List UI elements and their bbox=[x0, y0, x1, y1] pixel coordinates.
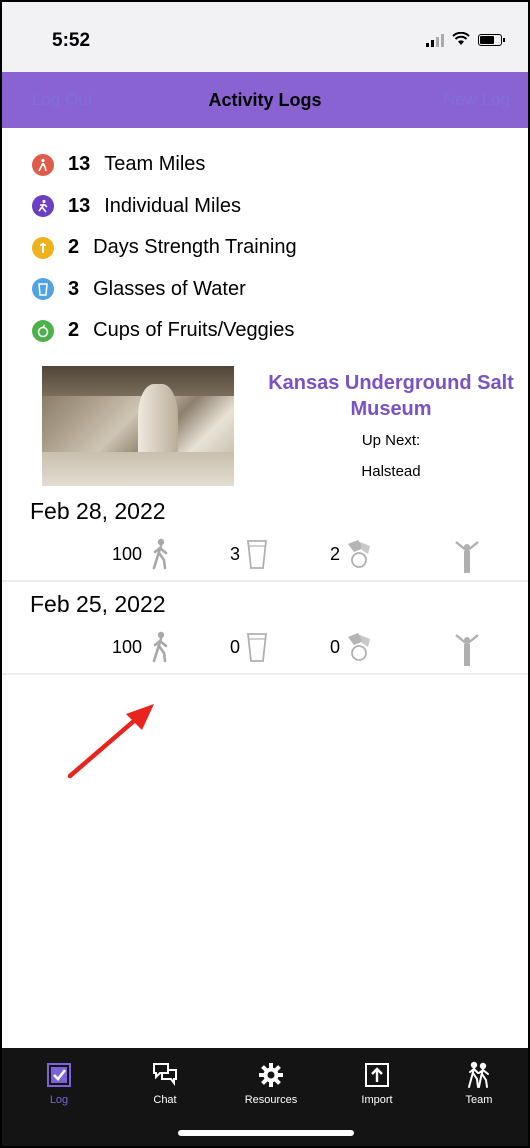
log-entry-date: Feb 25, 2022 bbox=[30, 591, 166, 617]
up-next-label: Up Next: bbox=[361, 432, 421, 449]
tab-resources[interactable]: Resources bbox=[226, 1060, 316, 1106]
strength-metric bbox=[454, 631, 480, 667]
walker-icon bbox=[148, 631, 172, 663]
gear-icon bbox=[226, 1060, 316, 1090]
activity-summary: 13 Team Miles 13 Individual Miles 2 Days… bbox=[32, 144, 297, 352]
destination-name[interactable]: Kansas Underground Salt Museum bbox=[260, 370, 522, 422]
fruits-metric: 0 bbox=[330, 631, 376, 663]
summary-row-fruits-veggies: 2 Cups of Fruits/Veggies bbox=[32, 310, 297, 352]
log-entry[interactable]: Feb 25, 2022 100 0 0 bbox=[2, 591, 528, 681]
water-glass-icon bbox=[246, 538, 268, 570]
runner-icon bbox=[32, 195, 54, 218]
checkbox-icon bbox=[14, 1060, 104, 1090]
walker-icon bbox=[148, 538, 172, 570]
water-metric: 3 bbox=[230, 538, 268, 570]
destination-info: Kansas Underground Salt Museum Up Next: … bbox=[260, 370, 522, 480]
home-indicator bbox=[178, 1130, 354, 1136]
water-glass-icon bbox=[246, 631, 268, 663]
fruit-icon bbox=[32, 319, 54, 342]
tab-log[interactable]: Log bbox=[14, 1060, 104, 1106]
app-screen: 5:52 Log Out Activity Logs New Log 13 Te… bbox=[0, 0, 530, 1148]
fruit-icon bbox=[344, 538, 376, 570]
summary-row-team-miles: 13 Team Miles bbox=[32, 144, 297, 186]
status-time: 5:52 bbox=[52, 30, 91, 51]
strength-icon bbox=[454, 538, 480, 574]
strength-metric bbox=[454, 538, 480, 574]
log-entry-date: Feb 28, 2022 bbox=[30, 498, 166, 524]
nav-bar: Log Out Activity Logs New Log bbox=[2, 72, 528, 128]
walker-icon bbox=[32, 153, 54, 176]
tab-chat[interactable]: Chat bbox=[120, 1060, 210, 1106]
miles-metric: 100 bbox=[112, 631, 172, 663]
log-entry[interactable]: Feb 28, 2022 100 3 2 bbox=[2, 498, 528, 588]
fruit-icon bbox=[344, 631, 376, 663]
miles-metric: 100 bbox=[112, 538, 172, 570]
strength-icon bbox=[454, 631, 480, 667]
summary-row-water: 3 Glasses of Water bbox=[32, 269, 297, 311]
status-bar: 5:52 bbox=[2, 2, 528, 72]
destination-photo bbox=[42, 366, 234, 486]
signal-icon bbox=[426, 33, 444, 47]
tab-import[interactable]: Import bbox=[332, 1060, 422, 1106]
water-glass-icon bbox=[32, 278, 54, 301]
upload-icon bbox=[332, 1060, 422, 1090]
annotation-arrow-icon bbox=[67, 704, 154, 779]
fruits-metric: 2 bbox=[330, 538, 376, 570]
summary-row-individual-miles: 13 Individual Miles bbox=[32, 186, 297, 228]
strength-icon bbox=[32, 236, 54, 259]
summary-row-strength-training: 2 Days Strength Training bbox=[32, 227, 297, 269]
team-walkers-icon bbox=[434, 1060, 524, 1090]
wifi-icon bbox=[452, 31, 470, 48]
tab-team[interactable]: Team bbox=[434, 1060, 524, 1106]
new-log-button[interactable]: New Log bbox=[443, 90, 510, 110]
up-next-value: Halstead bbox=[361, 463, 421, 480]
chat-bubbles-icon bbox=[120, 1060, 210, 1090]
water-metric: 0 bbox=[230, 631, 268, 663]
battery-icon bbox=[478, 34, 505, 46]
